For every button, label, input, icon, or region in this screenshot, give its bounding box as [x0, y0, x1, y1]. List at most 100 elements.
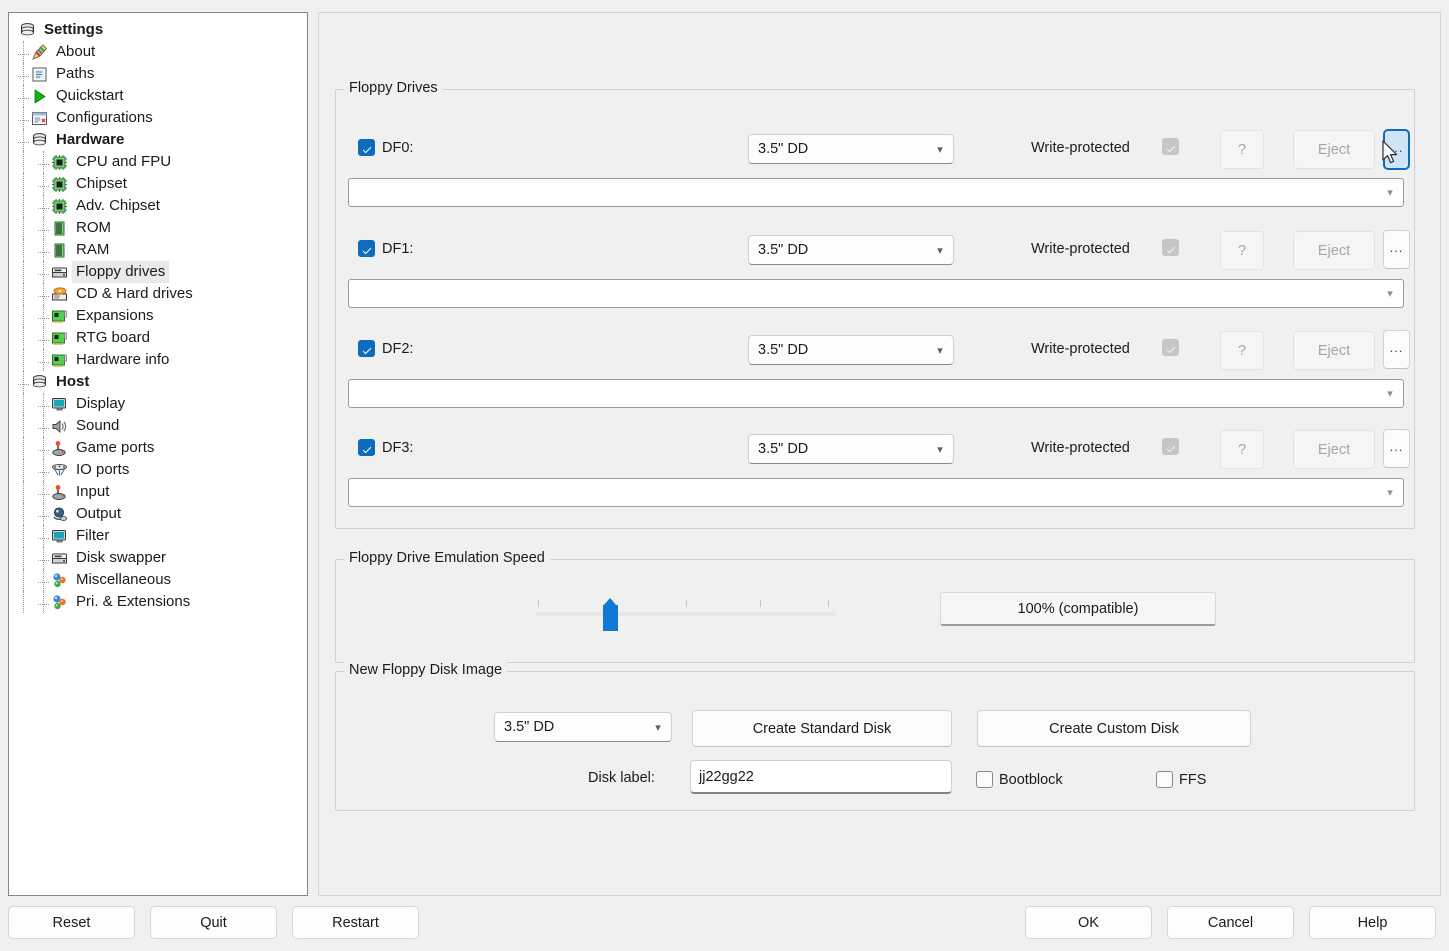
drive-type-combo[interactable]: 3.5" DD ▾ — [748, 134, 954, 164]
sidebar-item-disk-swapper[interactable]: Disk swapper — [9, 547, 307, 569]
chevron-down-icon: ▾ — [1387, 187, 1393, 199]
floppy-speed-slider[interactable] — [536, 590, 836, 631]
ok-button[interactable]: OK — [1025, 906, 1152, 939]
ffs-checkbox-row[interactable]: FFS — [1156, 771, 1206, 788]
write-protected-checkbox[interactable] — [1162, 438, 1179, 455]
drive-enable-checkbox[interactable] — [358, 439, 375, 456]
drive-enable-checkbox[interactable] — [358, 340, 375, 357]
slider-track[interactable] — [536, 612, 836, 616]
drive-enable-row-1[interactable]: DF1: — [358, 240, 413, 257]
drive-eject-button[interactable]: Eject — [1293, 430, 1375, 469]
sidebar-item-label: Paths — [56, 65, 95, 82]
cd-drive-icon — [38, 286, 68, 303]
sidebar-item-configurations[interactable]: Configurations — [9, 107, 307, 129]
sidebar-item-display[interactable]: Display — [9, 393, 307, 415]
chevron-down-icon: ▾ — [937, 344, 943, 357]
write-protected-checkbox[interactable] — [1162, 239, 1179, 256]
settings-tree-panel[interactable]: Settings About Paths Quickstart Configurati… — [8, 12, 308, 896]
sidebar-item-hardware-info[interactable]: Hardware info — [9, 349, 307, 371]
drive-browse-button[interactable]: ... — [1383, 429, 1410, 468]
drive-type-combo[interactable]: 3.5" DD ▾ — [748, 235, 954, 265]
drive-eject-button[interactable]: Eject — [1293, 331, 1375, 370]
sidebar-item-expansions[interactable]: Expansions — [9, 305, 307, 327]
drive-eject-button[interactable]: Eject — [1293, 130, 1375, 169]
drive-type-combo[interactable]: 3.5" DD ▾ — [748, 335, 954, 365]
drive-help-button[interactable]: ? — [1220, 231, 1264, 270]
drive-help-button[interactable]: ? — [1220, 331, 1264, 370]
slider-tick — [828, 600, 829, 607]
quit-button[interactable]: Quit — [150, 906, 277, 939]
sidebar-item-quickstart[interactable]: Quickstart — [9, 85, 307, 107]
create-standard-disk-button[interactable]: Create Standard Disk — [692, 710, 952, 747]
sidebar-item-adv-chipset[interactable]: Adv. Chipset — [9, 195, 307, 217]
sidebar-item-label: Adv. Chipset — [76, 197, 160, 214]
sidebar-item-label: CPU and FPU — [76, 153, 172, 170]
floppy-drives-group-title: Floppy Drives — [344, 80, 443, 96]
drive-help-button[interactable]: ? — [1220, 130, 1264, 169]
sidebar-item-input[interactable]: Input — [9, 481, 307, 503]
chip-icon — [38, 154, 68, 171]
sidebar-item-label: Configurations — [56, 109, 153, 126]
sidebar-item-rtg-board[interactable]: RTG board — [9, 327, 307, 349]
drive-help-button[interactable]: ? — [1220, 430, 1264, 469]
floppy-drive-icon — [38, 264, 68, 281]
sidebar-item-io-ports[interactable]: IO ports — [9, 459, 307, 481]
write-protected-checkbox[interactable] — [1162, 138, 1179, 155]
disk-label-input[interactable]: jj22gg22 — [690, 760, 952, 794]
sidebar-item-chipset[interactable]: Chipset — [9, 173, 307, 195]
drive-enable-row-3[interactable]: DF3: — [358, 439, 413, 456]
slider-thumb[interactable] — [603, 598, 619, 631]
sidebar-item-sound[interactable]: Sound — [9, 415, 307, 437]
sidebar-item-miscellaneous[interactable]: Miscellaneous — [9, 569, 307, 591]
sidebar-item-label: Quickstart — [56, 87, 124, 104]
sidebar-item-label: RTG board — [76, 329, 150, 346]
card-icon — [38, 308, 68, 325]
drive-path-combo[interactable]: ▾ — [348, 379, 1404, 408]
tree-root-settings[interactable]: Settings — [9, 19, 307, 41]
drive-eject-button[interactable]: Eject — [1293, 231, 1375, 270]
drive-enable-row-0[interactable]: DF0: — [358, 139, 413, 156]
sidebar-item-output[interactable]: Output — [9, 503, 307, 525]
sidebar-item-about[interactable]: About — [9, 41, 307, 63]
drive-browse-button[interactable]: ... — [1383, 230, 1410, 269]
create-custom-disk-button[interactable]: Create Custom Disk — [977, 710, 1251, 747]
settings-tree[interactable]: Settings About Paths Quickstart Configurati… — [9, 13, 307, 613]
drive-path-combo[interactable]: ▾ — [348, 478, 1404, 507]
drive-enable-row-2[interactable]: DF2: — [358, 340, 413, 357]
emulation-speed-value: 100% (compatible) — [940, 592, 1216, 626]
reset-button[interactable]: Reset — [8, 906, 135, 939]
sidebar-item-rom[interactable]: ROM — [9, 217, 307, 239]
drive-type-combo[interactable]: 3.5" DD ▾ — [748, 434, 954, 464]
drive-path-combo[interactable]: ▾ — [348, 178, 1404, 207]
drive-browse-button[interactable]: ... — [1383, 330, 1410, 369]
restart-button[interactable]: Restart — [292, 906, 419, 939]
drive-enable-checkbox[interactable] — [358, 139, 375, 156]
new-disk-image-group: New Floppy Disk Image 3.5" DD ▾ Create S… — [335, 662, 1415, 811]
new-disk-type-combo[interactable]: 3.5" DD ▾ — [494, 712, 672, 742]
sidebar-item-cpu-and-fpu[interactable]: CPU and FPU — [9, 151, 307, 173]
sidebar-item-label: Display — [76, 395, 126, 412]
sidebar-item-pri-extensions[interactable]: Pri. & Extensions — [9, 591, 307, 613]
monitor-icon — [38, 396, 68, 413]
sidebar-item-hardware[interactable]: Hardware — [9, 129, 307, 151]
write-protected-checkbox[interactable] — [1162, 339, 1179, 356]
sidebar-item-ram[interactable]: RAM — [9, 239, 307, 261]
sidebar-item-filter[interactable]: Filter — [9, 525, 307, 547]
bootblock-checkbox[interactable] — [976, 771, 993, 788]
sidebar-item-floppy-drives[interactable]: Floppy drives — [9, 261, 307, 283]
bootblock-checkbox-row[interactable]: Bootblock — [976, 771, 1063, 788]
sidebar-item-host[interactable]: Host — [9, 371, 307, 393]
sidebar-item-paths[interactable]: Paths — [9, 63, 307, 85]
help-button[interactable]: Help — [1309, 906, 1436, 939]
slider-tick — [760, 600, 761, 607]
ffs-checkbox[interactable] — [1156, 771, 1173, 788]
spheres-icon — [38, 594, 68, 611]
sidebar-item-cd-hard-drives[interactable]: CD & Hard drives — [9, 283, 307, 305]
sidebar-item-game-ports[interactable]: Game ports — [9, 437, 307, 459]
cancel-button[interactable]: Cancel — [1167, 906, 1294, 939]
drive-enable-checkbox[interactable] — [358, 240, 375, 257]
cancel-button-label: Cancel — [1207, 914, 1254, 931]
drive-path-combo[interactable]: ▾ — [348, 279, 1404, 308]
monitor-icon — [38, 528, 68, 545]
new-disk-type-value: 3.5" DD — [504, 719, 555, 735]
